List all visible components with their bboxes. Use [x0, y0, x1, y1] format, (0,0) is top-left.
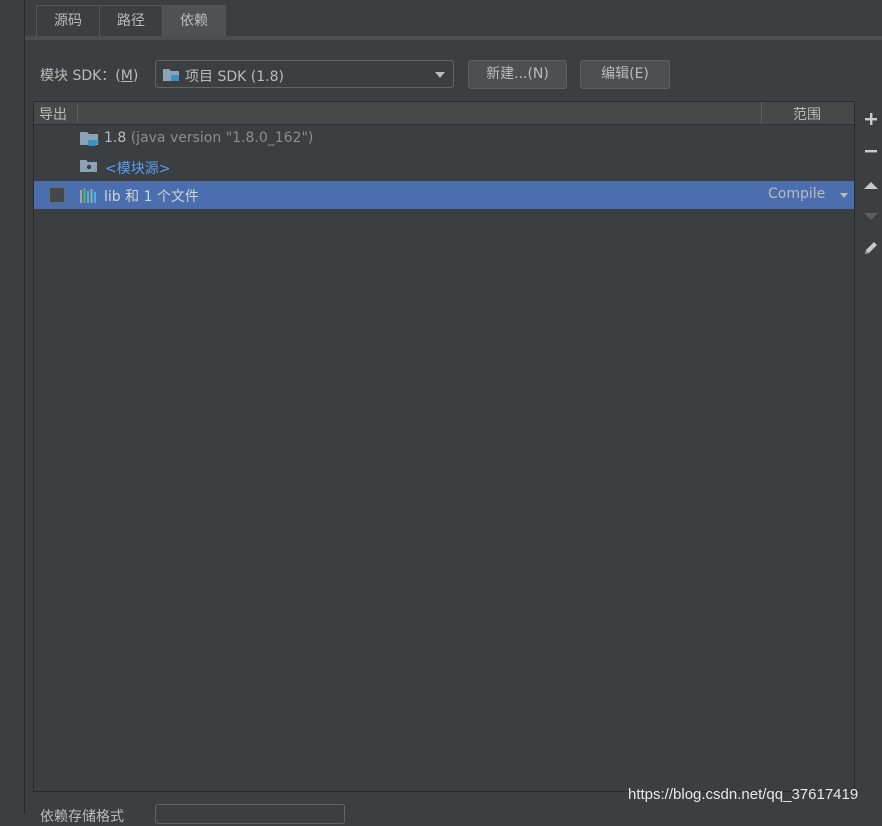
pencil-icon[interactable]	[860, 237, 882, 259]
module-sdk-value: 项目 SDK (1.8)	[185, 69, 284, 85]
tab-sources[interactable]: 源码	[36, 5, 100, 36]
library-name: lib 和 1 个文件	[104, 189, 199, 205]
sdk-folder-icon	[163, 68, 181, 86]
column-divider	[77, 104, 78, 122]
column-scope[interactable]: 范围	[793, 104, 821, 124]
module-sdk-label: 模块 SDK：(M)	[40, 68, 139, 84]
jdk-folder-icon	[80, 131, 100, 151]
storage-format-label: 依赖存储格式	[40, 809, 124, 825]
tab-bar: 源码 路径 依赖	[36, 5, 226, 36]
watermark: https://blog.csdn.net/qq_37617419	[628, 786, 859, 803]
table-row[interactable]: <模块源>	[34, 153, 854, 181]
export-checkbox[interactable]	[49, 187, 65, 203]
table-header: 导出 范围	[34, 102, 854, 125]
tab-dependencies[interactable]: 依赖	[162, 5, 226, 36]
module-source-folder-icon	[80, 159, 98, 177]
column-export[interactable]: 导出	[39, 104, 67, 124]
left-strip	[0, 0, 25, 814]
chevron-down-icon[interactable]	[840, 193, 848, 198]
module-sdk-select[interactable]: 项目 SDK (1.8)	[155, 60, 454, 88]
storage-format-select[interactable]	[155, 804, 345, 824]
column-divider	[761, 102, 762, 124]
tab-paths[interactable]: 路径	[99, 5, 163, 36]
edit-sdk-button[interactable]: 编辑(E)	[580, 60, 670, 89]
arrow-down-icon[interactable]	[860, 205, 882, 227]
plus-icon[interactable]	[860, 108, 882, 130]
sdk-version: 1.8	[104, 130, 127, 146]
table-row-selected[interactable]: lib 和 1 个文件 Compile	[34, 181, 854, 209]
scope-value[interactable]: Compile	[768, 186, 825, 202]
table-row[interactable]: 1.8 (java version "1.8.0_162")	[34, 125, 854, 153]
sdk-detail: (java version "1.8.0_162")	[130, 130, 314, 146]
library-icon	[80, 188, 98, 207]
dependencies-table: 导出 范围 1.8 (java version "1.8.0_162") <模块…	[33, 101, 855, 792]
module-source-link[interactable]: <模块源>	[105, 158, 170, 178]
new-sdk-button[interactable]: 新建...(N)	[468, 60, 567, 89]
minus-icon[interactable]	[860, 140, 882, 162]
arrow-up-icon[interactable]	[860, 174, 882, 196]
tab-underline	[25, 36, 882, 40]
chevron-down-icon[interactable]	[435, 72, 445, 78]
